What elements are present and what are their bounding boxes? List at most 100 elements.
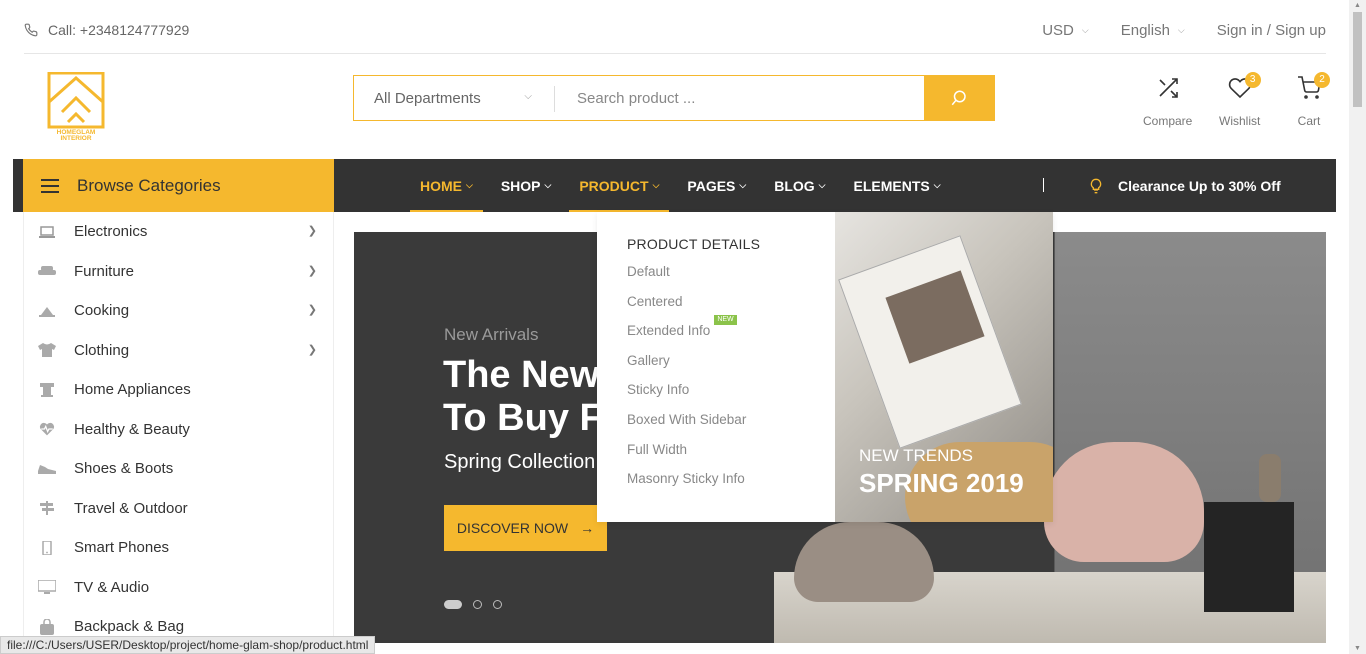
browse-categories-button[interactable]: Browse Categories	[23, 159, 334, 212]
appliance-icon	[38, 382, 56, 397]
nav-home[interactable]: HOME ⌵	[410, 159, 483, 212]
shirt-icon	[38, 343, 56, 358]
slider-dot[interactable]	[473, 600, 482, 609]
category-item[interactable]: Healthy & Beauty	[24, 410, 333, 450]
call-info: Call: +2348124777929	[24, 22, 189, 38]
category-item[interactable]: Home Appliances	[24, 370, 333, 410]
currency-select[interactable]: USD ⌵	[1042, 22, 1089, 39]
nav-pages[interactable]: PAGES ⌵	[677, 159, 756, 212]
clearance-link[interactable]: Clearance Up to 30% Off	[1088, 159, 1281, 212]
scroll-down-icon[interactable]: ▼	[1354, 645, 1361, 652]
cart-label: Cart	[1297, 114, 1321, 128]
category-sidebar: Electronics ❯ Furniture ❯ Cooking ❯ Clothin…	[23, 212, 334, 654]
slider-dots	[444, 600, 513, 609]
cart-button[interactable]: 2 Cart	[1296, 72, 1330, 128]
nav-divider	[1043, 178, 1044, 192]
chevron-down-icon: ⌵	[1177, 25, 1185, 35]
site-logo[interactable]: HOMEGLAM INTERIOR	[46, 71, 106, 142]
mega-promo-banner[interactable]: NEW TRENDS SPRING 2019	[835, 212, 1053, 522]
search-icon	[951, 90, 966, 106]
chevron-down-icon: ⌵	[544, 180, 552, 190]
category-label: Shoes & Boots	[74, 460, 174, 478]
mega-link-extended-info-label: Extended Info	[627, 323, 711, 339]
pot-icon	[38, 304, 56, 318]
browser-status-bar: file:///C:/Users/USER/Desktop/project/ho…	[0, 636, 376, 654]
hamburger-icon	[41, 178, 59, 193]
category-item[interactable]: TV & Audio	[24, 568, 333, 608]
mega-link-gallery[interactable]: Gallery	[627, 351, 760, 381]
mega-link-centered[interactable]: Centered	[627, 292, 760, 322]
call-text: Call: +2348124777929	[48, 22, 190, 38]
signin-link[interactable]: Sign in / Sign up	[1217, 22, 1326, 39]
compare-label: Compare	[1143, 114, 1193, 128]
language-select[interactable]: English ⌵	[1121, 22, 1185, 39]
slider-dot[interactable]	[493, 600, 502, 609]
nav-blog[interactable]: BLOG ⌵	[764, 159, 835, 212]
nav-pages-label: PAGES	[687, 177, 736, 194]
nav-shop[interactable]: SHOP ⌵	[491, 159, 562, 212]
nav-elements[interactable]: ELEMENTS ⌵	[844, 159, 951, 212]
shuffle-icon	[1159, 78, 1178, 98]
laptop-icon	[38, 225, 56, 239]
nav-product[interactable]: PRODUCT ⌵	[569, 159, 670, 212]
logo-text-tagline: INTERIOR	[60, 135, 92, 142]
promo-line-2: SPRING 2019	[859, 468, 1024, 498]
chevron-down-icon: ⌵	[739, 180, 747, 190]
sofa-icon	[38, 264, 56, 278]
hero-image-vase	[1259, 454, 1281, 502]
logo-text: HOMEGLAM INTERIOR	[46, 129, 106, 142]
wishlist-count-badge: 3	[1244, 72, 1261, 88]
search-button[interactable]	[924, 76, 994, 120]
category-label: Electronics	[74, 223, 148, 241]
mega-link-extended-info[interactable]: Extended Info NEW	[627, 315, 760, 351]
compare-button[interactable]: Compare	[1143, 76, 1192, 128]
discover-now-button[interactable]: DISCOVER NOW →	[444, 505, 607, 551]
mega-link-sticky-info[interactable]: Sticky Info	[627, 380, 760, 410]
chevron-down-icon: ⌵	[524, 91, 532, 102]
hero-subtitle: New Arrivals	[444, 325, 539, 344]
category-item[interactable]: Electronics ❯	[24, 212, 333, 252]
main-navbar: Browse Categories HOME ⌵ SHOP ⌵ PRODUCT ⌵ P…	[13, 159, 1336, 212]
wishlist-button[interactable]: 3 Wishlist	[1219, 72, 1261, 128]
mega-link-masonry-sticky-info[interactable]: Masonry Sticky Info	[627, 469, 760, 499]
scrollbar-thumb[interactable]	[1353, 12, 1362, 107]
page-scrollbar[interactable]: ▲ ▼	[1349, 0, 1366, 654]
category-label: Travel & Outdoor	[74, 499, 188, 517]
chevron-down-icon: ⌵	[466, 180, 473, 190]
chevron-right-icon: ❯	[307, 225, 317, 237]
hero-image-armchair	[1044, 442, 1204, 562]
category-item[interactable]: Smart Phones	[24, 528, 333, 568]
search-input[interactable]	[555, 76, 924, 120]
currency-label: USD	[1042, 22, 1074, 39]
scroll-up-icon[interactable]: ▲	[1354, 2, 1361, 9]
tv-icon	[38, 580, 56, 595]
category-item[interactable]: Travel & Outdoor	[24, 489, 333, 529]
department-label: All Departments	[374, 89, 481, 107]
category-item[interactable]: Furniture ❯	[24, 252, 333, 292]
nav-elements-label: ELEMENTS	[853, 177, 930, 194]
logo-icon	[47, 71, 105, 129]
hero-image-stool	[1204, 502, 1294, 612]
lightbulb-icon	[1090, 178, 1102, 193]
category-item[interactable]: Shoes & Boots	[24, 449, 333, 489]
mega-link-boxed-with-sidebar[interactable]: Boxed With Sidebar	[627, 410, 760, 440]
mega-link-default[interactable]: Default	[627, 262, 760, 292]
department-select[interactable]: All Departments ⌵	[354, 76, 554, 120]
category-item[interactable]: Clothing ❯	[24, 331, 333, 371]
chevron-right-icon: ❯	[307, 343, 317, 356]
category-label: Furniture	[74, 262, 135, 280]
arrow-right-icon: →	[580, 520, 595, 536]
clearance-label: Clearance Up to 30% Off	[1118, 177, 1281, 194]
category-label: Healthy & Beauty	[74, 420, 190, 438]
phone-icon	[38, 540, 56, 555]
mega-menu-heading: PRODUCT DETAILS	[627, 236, 761, 252]
chevron-down-icon: ⌵	[933, 180, 941, 190]
bag-icon	[38, 618, 56, 635]
search-bar: All Departments ⌵	[353, 75, 995, 121]
chevron-right-icon: ❯	[307, 304, 317, 316]
slider-dot[interactable]	[444, 600, 462, 609]
mega-link-full-width[interactable]: Full Width	[627, 440, 760, 470]
category-item[interactable]: Cooking ❯	[24, 291, 333, 331]
language-label: English	[1120, 22, 1170, 39]
wishlist-label: Wishlist	[1219, 114, 1261, 128]
